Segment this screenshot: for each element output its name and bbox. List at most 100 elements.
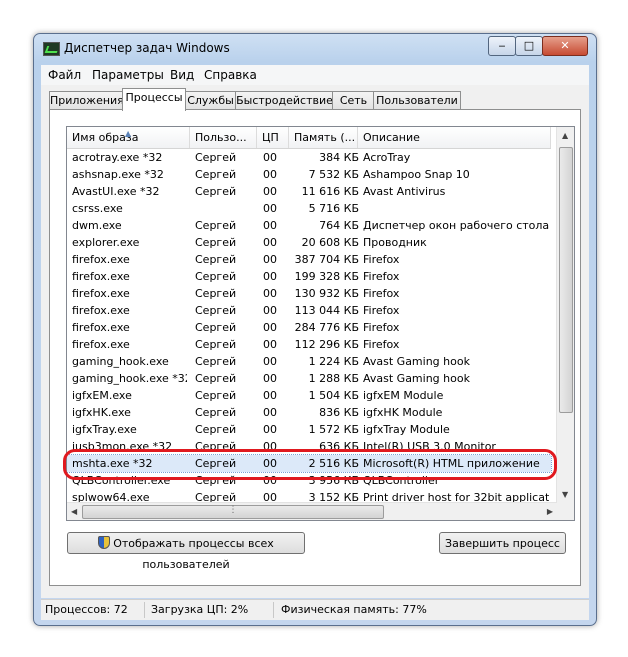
process-user: Сергей [195, 151, 237, 164]
menu-view[interactable]: Вид [170, 68, 194, 82]
process-name: gaming_hook.exe [72, 355, 169, 368]
table-row[interactable]: firefox.exe Сергей 00 112 296 КБ Firefox [67, 336, 551, 353]
header-description[interactable]: Описание [358, 127, 551, 148]
process-name: mshta.exe *32 [72, 457, 153, 470]
process-description: Avast Antivirus [363, 185, 446, 198]
process-description: Firefox [363, 287, 400, 300]
process-memory: 284 776 КБ [294, 321, 359, 334]
table-row[interactable]: iusb3mon.exe *32 Сергей 00 636 КБ Intel(R) U… [67, 438, 551, 455]
process-memory: 2 516 КБ [308, 457, 359, 470]
process-memory: 1 572 КБ [308, 423, 359, 436]
menu-help[interactable]: Справка [204, 68, 257, 82]
process-user: Сергей [195, 236, 237, 249]
process-description: Intel(R) USB 3.0 Monitor [363, 440, 496, 453]
process-user: Сергей [195, 304, 237, 317]
table-row[interactable]: acrotray.exe *32 Сергей 00 384 КБ AcroTray [67, 149, 551, 166]
process-user: Сергей [195, 287, 237, 300]
process-cpu: 00 [263, 474, 277, 487]
table-row[interactable]: firefox.exe Сергей 00 130 932 КБ Firefox [67, 285, 551, 302]
scroll-left-icon[interactable]: ◀ [71, 507, 77, 516]
process-memory: 3 956 КБ [308, 474, 359, 487]
tab-applications[interactable]: Приложения [49, 91, 124, 110]
table-row[interactable]: gaming_hook.exe Сергей 00 1 224 КБ Avast Gam… [67, 353, 551, 370]
close-button[interactable]: ✕ [542, 36, 588, 56]
process-name: dwm.exe [72, 219, 122, 232]
process-cpu: 00 [263, 406, 277, 419]
process-user: Сергей [195, 440, 237, 453]
menu-options[interactable]: Параметры [92, 68, 164, 82]
process-cpu: 00 [263, 168, 277, 181]
process-name: firefox.exe [72, 287, 130, 300]
process-user: Сергей [195, 457, 237, 470]
scroll-up-icon[interactable]: ▲ [562, 131, 568, 140]
process-memory: 1 504 КБ [308, 389, 359, 402]
status-physical-memory: Физическая память: 77% [281, 603, 427, 616]
table-row[interactable]: dwm.exe Сергей 00 764 КБ Диспетчер окон рабо… [67, 217, 551, 234]
table-row[interactable]: firefox.exe Сергей 00 199 328 КБ Firefox [67, 268, 551, 285]
status-separator [273, 602, 274, 618]
table-row[interactable]: igfxEM.exe Сергей 00 1 504 КБ igfxEM Module [67, 387, 551, 404]
tab-services[interactable]: Службы [184, 91, 237, 110]
table-row[interactable]: firefox.exe Сергей 00 387 704 КБ Firefox [67, 251, 551, 268]
table-row[interactable]: mshta.exe *32 Сергей 00 2 516 КБ Microsoft(R… [67, 454, 552, 473]
process-description: igfxEM Module [363, 389, 444, 402]
list-header: ▲ Имя образа Пользо... ЦП Память (... Оп… [67, 127, 551, 149]
header-cpu[interactable]: ЦП [257, 127, 289, 148]
process-user: Сергей [195, 406, 237, 419]
process-description [363, 200, 549, 217]
process-name: acrotray.exe *32 [72, 151, 163, 164]
table-row[interactable]: firefox.exe Сергей 00 113 044 КБ Firefox [67, 302, 551, 319]
table-row[interactable]: igfxHK.exe Сергей 00 836 КБ igfxHK Module [67, 404, 551, 421]
process-memory: 764 КБ [319, 219, 359, 232]
process-cpu: 00 [263, 219, 277, 232]
process-user: Сергей [195, 474, 237, 487]
header-memory[interactable]: Память (... [289, 127, 358, 148]
tab-network[interactable]: Сеть [332, 91, 375, 110]
scroll-down-icon[interactable]: ▼ [562, 490, 568, 499]
table-row[interactable]: gaming_hook.exe *32 Сергей 00 1 288 КБ Avast… [67, 370, 551, 387]
menu-file[interactable]: Файл [48, 68, 81, 82]
process-memory: 387 704 КБ [294, 253, 359, 266]
table-row[interactable]: QLBController.exe Сергей 00 3 956 КБ QLBCont… [67, 472, 551, 489]
process-name: explorer.exe [72, 236, 140, 249]
tab-processes[interactable]: Процессы [122, 88, 186, 111]
process-description: Firefox [363, 253, 400, 266]
process-user: Сергей [195, 270, 237, 283]
process-memory: 1 288 КБ [308, 372, 359, 385]
process-cpu: 00 [263, 287, 277, 300]
show-all-users-button[interactable]: Отображать процессы всех пользователей [67, 532, 305, 571]
maximize-button[interactable]: □ [515, 36, 543, 56]
table-row[interactable]: explorer.exe Сергей 00 20 608 КБ Проводник [67, 234, 551, 251]
tab-users[interactable]: Пользователи [373, 91, 461, 110]
process-description: Avast Gaming hook [363, 355, 470, 368]
scroll-right-icon[interactable]: ▶ [547, 507, 553, 516]
process-list[interactable]: ▲ Имя образа Пользо... ЦП Память (... Оп… [66, 126, 575, 521]
process-cpu: 00 [263, 202, 277, 215]
vertical-scrollbar[interactable]: ▲ ▼ [556, 127, 574, 503]
vertical-scroll-thumb[interactable] [559, 147, 573, 413]
minimize-button[interactable]: ‒ [488, 36, 516, 56]
table-row[interactable]: AvastUI.exe *32 Сергей 00 11 616 КБ Avast An… [67, 183, 551, 200]
task-manager-window: Диспетчер задач Windows ‒ □ ✕ Файл Парам… [33, 33, 597, 626]
tab-performance[interactable]: Быстродействие [235, 91, 334, 110]
process-description: Диспетчер окон рабочего стола [363, 219, 549, 232]
process-cpu: 00 [263, 151, 277, 164]
process-user: Сергей [195, 168, 237, 181]
horizontal-scrollbar[interactable]: ◀ ⋮ ▶ [67, 502, 557, 520]
process-name: iusb3mon.exe *32 [72, 440, 173, 453]
sort-ascending-icon: ▲ [125, 129, 132, 138]
process-memory: 5 716 КБ [308, 202, 359, 215]
table-row[interactable]: firefox.exe Сергей 00 284 776 КБ Firefox [67, 319, 551, 336]
table-row[interactable]: ashsnap.exe *32 Сергей 00 7 532 КБ Ashampoo … [67, 166, 551, 183]
table-row[interactable]: csrss.exe 00 5 716 КБ [67, 200, 551, 217]
title-bar[interactable]: Диспетчер задач Windows ‒ □ ✕ [34, 34, 596, 62]
header-user[interactable]: Пользо... [190, 127, 257, 148]
process-description: Firefox [363, 304, 400, 317]
end-process-button[interactable]: Завершить процесс [439, 532, 566, 554]
header-image-name[interactable]: ▲ Имя образа [67, 127, 190, 148]
process-memory: 7 532 КБ [308, 168, 359, 181]
table-row[interactable]: igfxTray.exe Сергей 00 1 572 КБ igfxTray Mod… [67, 421, 551, 438]
task-manager-icon [43, 42, 60, 56]
process-user: Сергей [195, 321, 237, 334]
horizontal-scroll-thumb[interactable]: ⋮ [82, 505, 384, 519]
